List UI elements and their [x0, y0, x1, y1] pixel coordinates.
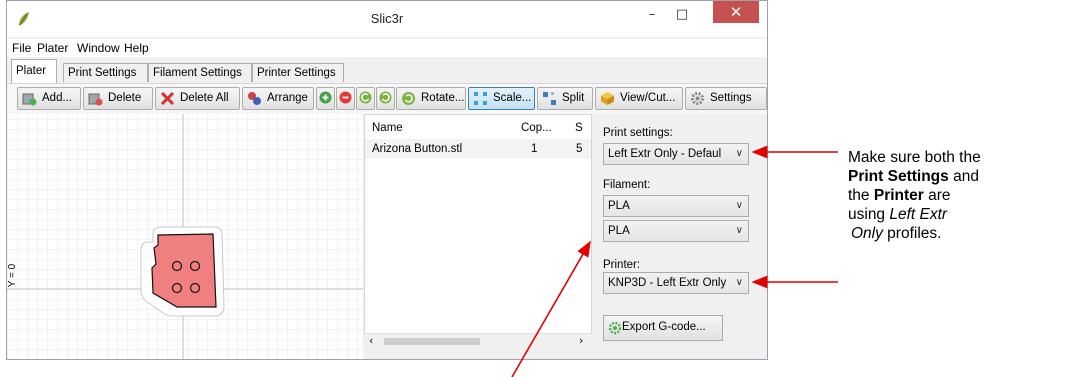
arrow-to-filament: [511, 240, 591, 377]
annotation-arrows: [511, 145, 838, 377]
